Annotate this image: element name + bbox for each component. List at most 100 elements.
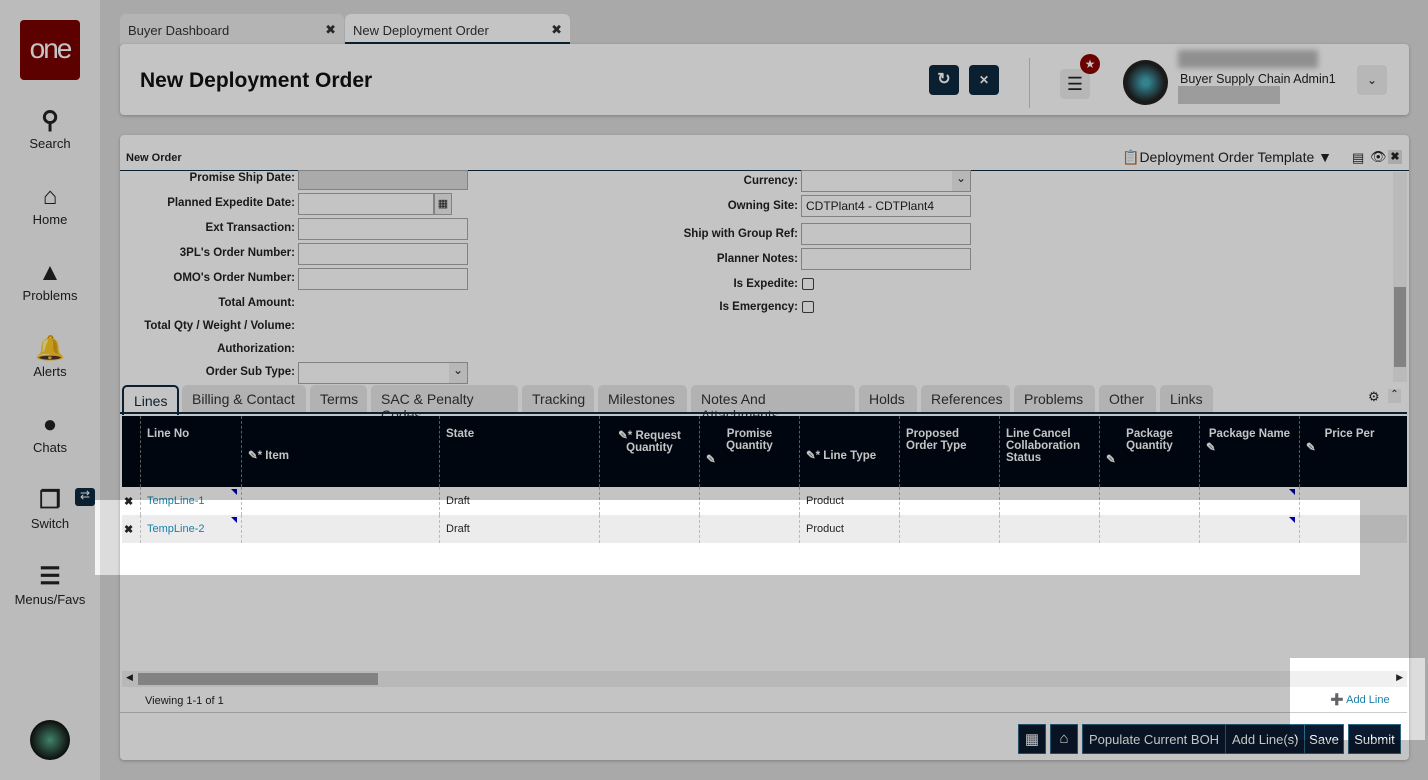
settings-icon[interactable]: ⚙	[1368, 389, 1380, 405]
close-icon[interactable]: ✖	[325, 22, 336, 38]
column-header[interactable]: Line Cancel Collaboration Status	[999, 416, 1099, 487]
table-cell[interactable]	[1199, 487, 1299, 515]
eye-icon[interactable]: 👁	[1370, 149, 1387, 165]
column-header[interactable]: Package Name ✎	[1199, 416, 1299, 487]
column-header[interactable]: State	[439, 416, 599, 487]
submit-button[interactable]: Submit	[1348, 724, 1401, 754]
tab-links[interactable]: Links	[1160, 385, 1213, 413]
table-cell[interactable]: Draft	[439, 487, 599, 515]
ext-transaction-field[interactable]	[298, 218, 468, 240]
close-panel-icon[interactable]: ✖	[1388, 150, 1402, 164]
column-header[interactable]: ✎* Line Type	[799, 416, 899, 487]
line-no-link[interactable]: TempLine-2	[147, 523, 204, 535]
table-cell[interactable]: TempLine-1	[140, 487, 241, 515]
user-dropdown-button[interactable]: ⌄	[1357, 65, 1387, 95]
column-header[interactable]: ✎* Item	[241, 416, 439, 487]
is-emergency-label: Is Emergency:	[719, 301, 798, 313]
currency-select[interactable]: ⌄	[801, 170, 971, 192]
state-value: Draft	[446, 523, 470, 535]
tab-terms[interactable]: Terms	[310, 385, 367, 413]
sidebar-item-alerts[interactable]: 🔔 Alerts	[0, 334, 100, 379]
table-cell[interactable]	[699, 487, 799, 515]
table-cell[interactable]	[241, 487, 439, 515]
delete-row-icon[interactable]: ✖	[124, 495, 133, 508]
table-cell[interactable]	[699, 515, 799, 543]
sidebar-item-menus[interactable]: ☰ Menus/Favs	[0, 562, 100, 607]
planned-expedite-date-field[interactable]	[298, 193, 434, 215]
tab-billing-contact[interactable]: Billing & Contact	[182, 385, 306, 413]
column-label: * Line Type	[815, 450, 877, 462]
table-cell[interactable]	[1099, 515, 1199, 543]
tab-tracking[interactable]: Tracking	[522, 385, 594, 413]
table-cell[interactable]	[599, 515, 699, 543]
table-cell[interactable]	[599, 487, 699, 515]
tab-references[interactable]: References	[921, 385, 1010, 413]
table-cell[interactable]	[899, 515, 999, 543]
calculator-button[interactable]: ▦	[1018, 724, 1046, 754]
table-cell[interactable]	[241, 515, 439, 543]
sidebar-item-problems[interactable]: ▲ Problems	[0, 258, 100, 303]
user-avatar[interactable]	[30, 720, 70, 760]
table-cell[interactable]	[1299, 515, 1399, 543]
owning-site-field[interactable]: CDTPlant4 - CDTPlant4	[801, 195, 971, 217]
is-emergency-checkbox[interactable]	[802, 301, 814, 313]
promise-ship-date-label: Promise Ship Date:	[189, 172, 295, 184]
tab-milestones[interactable]: Milestones	[598, 385, 687, 413]
column-header[interactable]: Price Per ✎	[1299, 416, 1399, 487]
delete-row-icon[interactable]: ✖	[124, 523, 133, 536]
table-cell[interactable]: TempLine-2	[140, 515, 241, 543]
column-header[interactable]: Promise Quantity ✎	[699, 416, 799, 487]
sidebar-item-chats[interactable]: ● Chats	[0, 410, 100, 455]
populate-boh-button[interactable]: Populate Current BOH	[1082, 724, 1227, 754]
column-header[interactable]: ✎* Request Quantity	[599, 416, 699, 487]
horizontal-scrollbar[interactable]: ▶ ◀	[122, 671, 1407, 687]
user-avatar[interactable]	[1123, 60, 1168, 105]
add-line-link[interactable]: ➕ Add Line	[1330, 693, 1390, 706]
column-header[interactable]: Line No	[140, 416, 241, 487]
3pl-order-number-field[interactable]	[298, 243, 468, 265]
tab-lines[interactable]: Lines	[122, 385, 179, 415]
tab-problems[interactable]: Problems	[1014, 385, 1095, 413]
line-no-link[interactable]: TempLine-1	[147, 495, 204, 507]
ship-group-ref-field[interactable]	[801, 223, 971, 245]
tree-view-icon[interactable]: ▤	[1352, 150, 1364, 166]
table-cell[interactable]: Draft	[439, 515, 599, 543]
save-button[interactable]: Save	[1304, 724, 1344, 754]
table-cell[interactable]	[999, 487, 1099, 515]
refresh-button[interactable]: ↻	[929, 65, 959, 95]
collapse-icon[interactable]: ⌃	[1388, 389, 1401, 403]
warehouse-button[interactable]: ⌂	[1050, 724, 1078, 754]
sidebar-item-search[interactable]: ⚲ Search	[0, 106, 100, 151]
tab-new-deployment-order[interactable]: New Deployment Order ✖	[345, 14, 570, 44]
omo-order-number-field[interactable]	[298, 268, 468, 290]
tab-other[interactable]: Other	[1099, 385, 1156, 413]
tab-buyer-dashboard[interactable]: Buyer Dashboard ✖	[120, 14, 344, 44]
table-cell[interactable]	[1299, 487, 1399, 515]
column-header[interactable]: Proposed Order Type	[899, 416, 999, 487]
planner-notes-field[interactable]	[801, 248, 971, 270]
table-cell[interactable]	[1199, 515, 1299, 543]
sidebar-item-home[interactable]: ⌂ Home	[0, 182, 100, 227]
table-cell[interactable]	[999, 515, 1099, 543]
table-cell[interactable]: Product	[799, 487, 899, 515]
tab-holds[interactable]: Holds	[859, 385, 917, 413]
is-expedite-checkbox[interactable]	[802, 278, 814, 290]
close-icon[interactable]: ✖	[551, 22, 562, 38]
template-select[interactable]: 📋Deployment Order Template ▼	[1122, 149, 1332, 166]
add-lines-button[interactable]: Add Line(s)	[1225, 724, 1306, 754]
column-header[interactable]: Package Quantity ✎	[1099, 416, 1199, 487]
table-cell[interactable]	[899, 487, 999, 515]
page-title: New Deployment Order	[140, 69, 373, 92]
close-button[interactable]: ✕	[969, 65, 999, 95]
calendar-icon[interactable]: ▦	[434, 193, 452, 215]
order-sub-type-select[interactable]: ⌄	[298, 362, 468, 384]
app-logo[interactable]: one	[20, 20, 80, 80]
tab-notes-and-attachments[interactable]: Notes And Attachments	[691, 385, 855, 423]
tab-sac-penalty-codes[interactable]: SAC & Penalty Codes	[371, 385, 518, 423]
authorization-label: Authorization:	[217, 343, 295, 355]
column-label: State	[446, 428, 475, 440]
table-cell[interactable]	[1099, 487, 1199, 515]
menu-button[interactable]: ☰	[1060, 69, 1090, 99]
form-scrollbar[interactable]	[1393, 172, 1407, 382]
table-cell[interactable]: Product	[799, 515, 899, 543]
